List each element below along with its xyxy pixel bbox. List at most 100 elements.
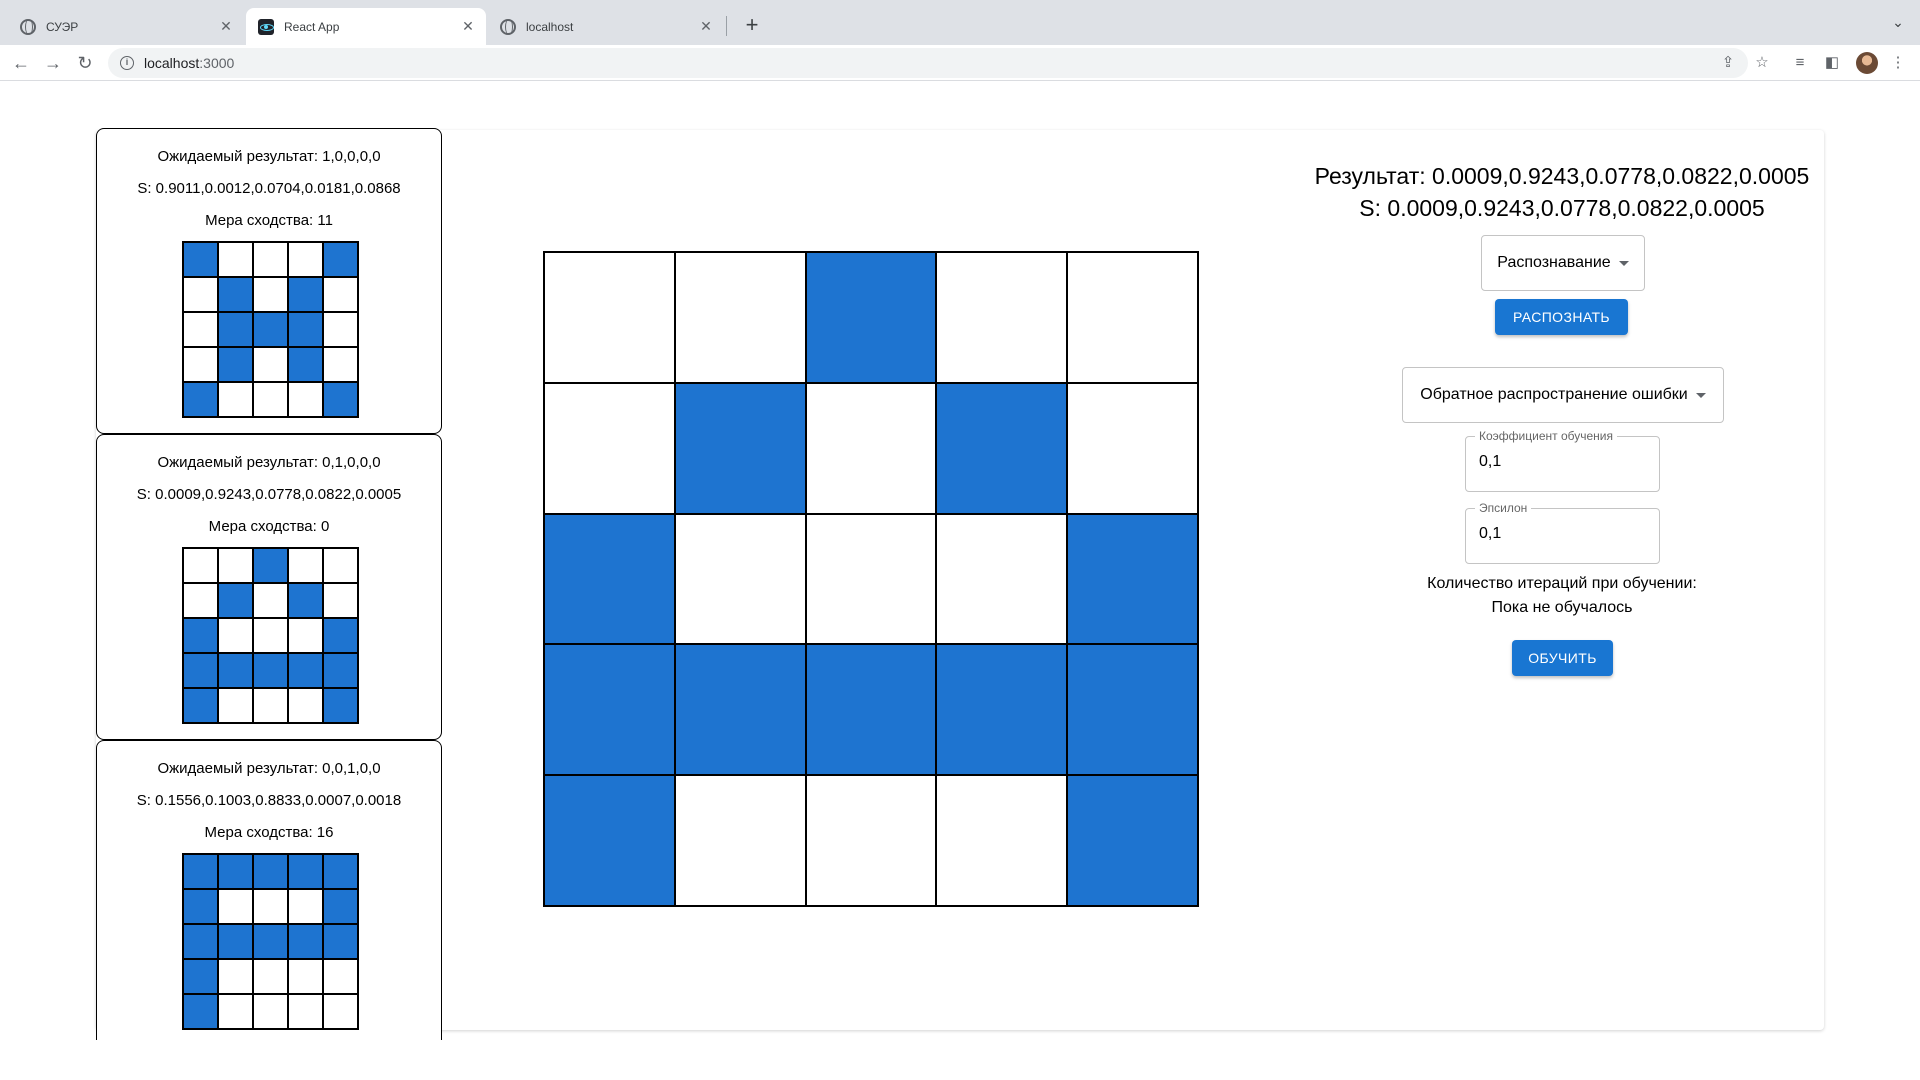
recognize-button[interactable]: РАСПОЗНАТЬ bbox=[1495, 299, 1628, 335]
grid-cell-empty[interactable] bbox=[936, 775, 1068, 906]
epsilon-label: Эпсилон bbox=[1475, 501, 1532, 515]
mode-select[interactable]: Распознавание bbox=[1481, 235, 1645, 291]
grid-cell-empty bbox=[323, 583, 358, 618]
grid-cell-empty bbox=[253, 277, 288, 312]
grid-cell-empty[interactable] bbox=[936, 252, 1068, 383]
expected-result: Ожидаемый результат: 0,1,0,0,0 bbox=[157, 454, 381, 471]
forward-arrow-icon[interactable]: → bbox=[42, 52, 64, 74]
grid-cell-filled bbox=[323, 242, 358, 277]
algorithm-select-value: Обратное распространение ошибки bbox=[1420, 386, 1688, 403]
grid-cell-filled[interactable] bbox=[544, 775, 675, 906]
epsilon-input[interactable]: 0,1 bbox=[1479, 525, 1501, 543]
grid-cell-empty bbox=[253, 347, 288, 382]
similarity-measure: Мера сходства: 16 bbox=[204, 824, 334, 841]
grid-cell-filled[interactable] bbox=[1067, 775, 1198, 906]
grid-cell-filled bbox=[183, 618, 218, 653]
grid-cell-filled bbox=[288, 277, 323, 312]
grid-cell-filled bbox=[288, 854, 323, 889]
grid-cell-filled bbox=[323, 924, 358, 959]
grid-cell-empty[interactable] bbox=[805, 513, 937, 645]
sample-card: Ожидаемый результат: 0,0,1,0,0 S: 0.1556… bbox=[96, 740, 442, 1040]
grid-cell-filled bbox=[323, 688, 358, 723]
grid-cell-empty[interactable] bbox=[936, 513, 1068, 645]
grid-cell-filled[interactable] bbox=[805, 644, 937, 776]
grid-cell-empty bbox=[323, 994, 358, 1029]
grid-cell-filled[interactable] bbox=[674, 644, 806, 776]
grid-cell-empty bbox=[288, 688, 323, 723]
grid-cell-filled[interactable] bbox=[805, 252, 937, 383]
grid-cell-empty bbox=[323, 312, 358, 347]
close-icon[interactable]: ✕ bbox=[460, 18, 476, 34]
expected-result: Ожидаемый результат: 0,0,1,0,0 bbox=[157, 760, 381, 777]
share-icon[interactable]: ⇪ bbox=[1718, 53, 1738, 73]
grid-cell-empty[interactable] bbox=[805, 775, 937, 906]
grid-cell-filled[interactable] bbox=[1067, 644, 1198, 776]
iterations-value: Пока не обучалось bbox=[1491, 599, 1633, 616]
grid-cell-empty bbox=[218, 994, 253, 1029]
close-icon[interactable]: ✕ bbox=[698, 18, 714, 34]
grid-cell-filled bbox=[183, 889, 218, 924]
reading-list-icon[interactable]: ≡ bbox=[1790, 53, 1810, 73]
epsilon-field[interactable]: Эпсилон 0,1 bbox=[1465, 501, 1660, 564]
grid-cell-filled bbox=[218, 312, 253, 347]
chevron-down-icon[interactable]: ⌄ bbox=[1888, 14, 1908, 34]
back-arrow-icon[interactable]: ← bbox=[10, 52, 32, 74]
info-icon[interactable]: i bbox=[120, 56, 134, 70]
s-values: S: 0.9011,0.0012,0.0704,0.0181,0.0868 bbox=[137, 180, 401, 197]
grid-cell-empty bbox=[218, 618, 253, 653]
grid-cell-filled[interactable] bbox=[936, 644, 1068, 776]
grid-cell-empty[interactable] bbox=[674, 252, 806, 383]
grid-cell-filled bbox=[183, 959, 218, 994]
grid-cell-empty bbox=[288, 959, 323, 994]
grid-cell-filled[interactable] bbox=[674, 382, 806, 514]
grid-cell-empty bbox=[253, 889, 288, 924]
avatar[interactable] bbox=[1856, 52, 1878, 74]
sample-card: Ожидаемый результат: 1,0,0,0,0 S: 0.9011… bbox=[96, 128, 442, 434]
browser-tab-suer[interactable]: СУЭР ✕ bbox=[8, 8, 244, 45]
grid-cell-empty bbox=[253, 959, 288, 994]
learning-rate-field[interactable]: Коэффициент обучения 0,1 bbox=[1465, 429, 1660, 492]
browser-tab-react-app[interactable]: React App ✕ bbox=[246, 8, 486, 45]
grid-cell-empty[interactable] bbox=[1067, 252, 1198, 383]
grid-cell-empty bbox=[288, 382, 323, 417]
grid-cell-filled bbox=[323, 889, 358, 924]
grid-cell-empty bbox=[218, 548, 253, 583]
grid-cell-empty[interactable] bbox=[674, 775, 806, 906]
grid-cell-empty bbox=[218, 959, 253, 994]
expected-result: Ожидаемый результат: 1,0,0,0,0 bbox=[157, 148, 381, 165]
caret-down-icon bbox=[1618, 260, 1629, 266]
side-panel-icon[interactable]: ◧ bbox=[1822, 53, 1842, 73]
train-button[interactable]: ОБУЧИТЬ bbox=[1512, 640, 1613, 676]
reload-icon[interactable]: ↻ bbox=[74, 52, 96, 74]
tab-title: React App bbox=[284, 19, 340, 34]
grid-cell-empty[interactable] bbox=[805, 382, 937, 514]
star-icon[interactable]: ☆ bbox=[1752, 53, 1772, 73]
new-tab-plus-icon[interactable]: + bbox=[738, 12, 766, 40]
grid-cell-empty[interactable] bbox=[544, 252, 675, 383]
globe-icon bbox=[20, 18, 36, 35]
grid-cell-filled[interactable] bbox=[544, 644, 675, 776]
grid-cell-empty bbox=[253, 618, 288, 653]
address-bar[interactable]: i localhost:3000 bbox=[108, 48, 1748, 78]
grid-cell-empty bbox=[218, 242, 253, 277]
grid-cell-filled bbox=[218, 854, 253, 889]
browser-toolbar: ← → ↻ i localhost:3000 ⇪ ☆ ≡ ◧ ⋮ bbox=[0, 45, 1920, 81]
browser-tab-localhost[interactable]: localhost ✕ bbox=[488, 8, 724, 45]
algorithm-select[interactable]: Обратное распространение ошибки bbox=[1402, 367, 1724, 423]
grid-cell-empty bbox=[183, 548, 218, 583]
learning-rate-input[interactable]: 0,1 bbox=[1479, 453, 1501, 471]
grid-cell-empty[interactable] bbox=[544, 382, 675, 514]
grid-cell-filled bbox=[323, 653, 358, 688]
grid-cell-filled bbox=[288, 653, 323, 688]
tab-divider bbox=[726, 16, 727, 36]
grid-cell-filled[interactable] bbox=[1067, 513, 1198, 645]
grid-cell-empty[interactable] bbox=[674, 513, 806, 645]
grid-cell-empty[interactable] bbox=[1067, 382, 1198, 514]
grid-cell-filled bbox=[253, 924, 288, 959]
close-icon[interactable]: ✕ bbox=[218, 18, 234, 34]
grid-cell-filled[interactable] bbox=[936, 382, 1068, 514]
url-host: localhost bbox=[144, 55, 200, 71]
grid-cell-filled[interactable] bbox=[544, 513, 675, 645]
kebab-menu-icon[interactable]: ⋮ bbox=[1888, 53, 1908, 73]
grid-cell-filled bbox=[253, 854, 288, 889]
